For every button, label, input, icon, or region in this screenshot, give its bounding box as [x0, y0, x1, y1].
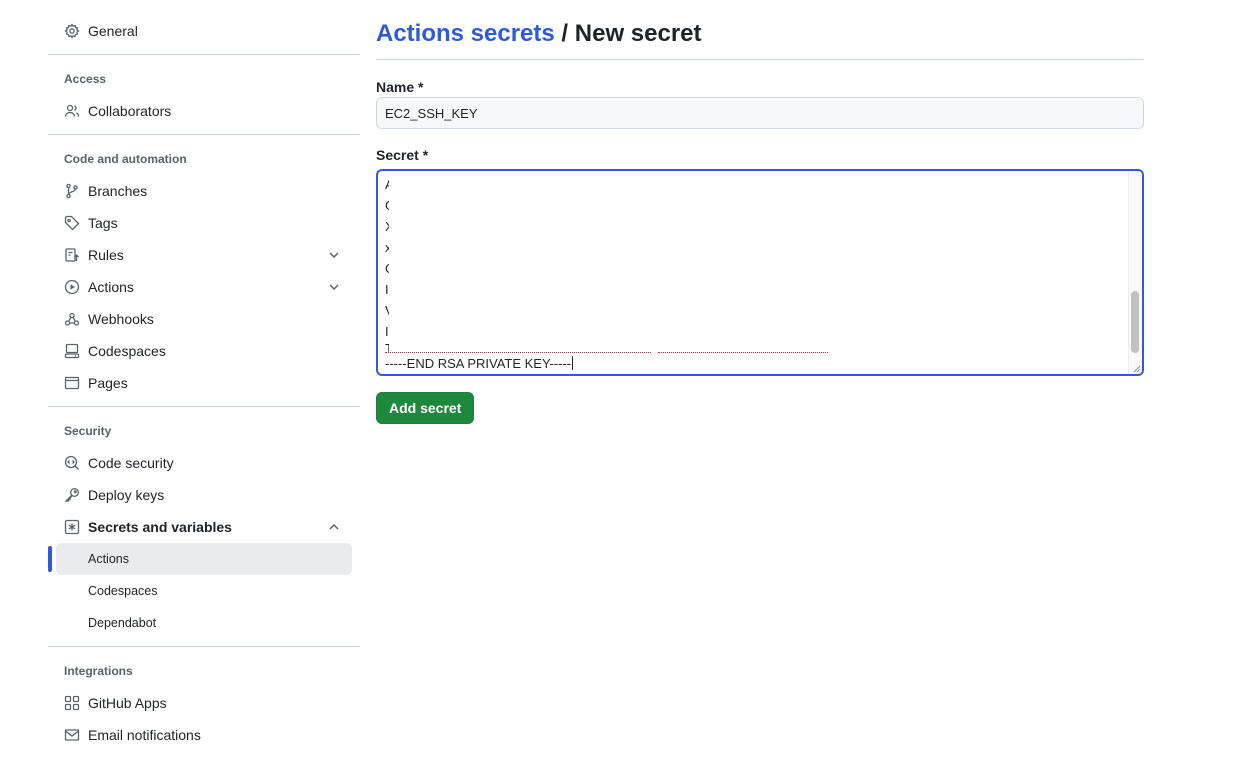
section-title-integrations: Integrations: [64, 664, 133, 678]
scrollbar-thumb[interactable]: [1131, 291, 1139, 353]
apps-icon: [64, 695, 80, 711]
secret-line: G: [385, 258, 1125, 279]
sidebar-item-webhooks[interactable]: Webhooks: [56, 303, 352, 335]
mail-icon: [64, 727, 80, 743]
branch-icon: [64, 183, 80, 199]
chevron-down-icon[interactable]: [326, 247, 342, 263]
divider: [48, 134, 360, 135]
secret-line: T: [385, 342, 1125, 356]
chevron-up-icon[interactable]: [326, 519, 342, 535]
webhook-icon: [64, 311, 80, 327]
sidebar-subitem-actions[interactable]: Actions: [56, 543, 352, 575]
breadcrumb-actions-secrets[interactable]: Actions secrets: [376, 20, 555, 47]
sidebar-item-label: Actions: [88, 279, 134, 295]
sidebar-item-label: Pages: [88, 375, 128, 391]
sidebar-item-code-security[interactable]: Code security: [56, 447, 352, 479]
spellcheck-underline: [385, 352, 651, 353]
sidebar-subitem-codespaces[interactable]: Codespaces: [56, 575, 352, 607]
sidebar-item-label: Secrets and variables: [88, 519, 232, 535]
key-icon: [64, 487, 80, 503]
sidebar-item-label: GitHub Apps: [88, 695, 167, 711]
sidebar-item-label: Deploy keys: [88, 487, 165, 503]
sidebar-item-label: Email notifications: [88, 727, 201, 743]
title-divider: [376, 59, 1144, 60]
sidebar-item-label: Actions: [88, 552, 129, 566]
codescan-icon: [64, 455, 80, 471]
secret-end-text: -----END RSA PRIVATE KEY-----: [385, 356, 572, 371]
page-title: Actions secrets / New secret: [376, 20, 702, 48]
sidebar-item-branches[interactable]: Branches: [56, 175, 352, 207]
secret-line: V: [385, 300, 1125, 321]
rules-icon: [64, 247, 80, 263]
divider: [48, 646, 360, 647]
sidebar-item-codespaces[interactable]: Codespaces: [56, 335, 352, 367]
sidebar-item-general[interactable]: General: [56, 15, 352, 47]
sidebar-item-label: Tags: [88, 215, 118, 231]
secret-name-input[interactable]: [376, 97, 1144, 129]
breadcrumb-separator: /: [561, 20, 569, 47]
sidebar-item-label: General: [88, 23, 138, 39]
name-label: Name *: [376, 79, 424, 95]
sidebar-item-label: Webhooks: [88, 311, 154, 327]
sidebar-item-label: Dependabot: [88, 616, 157, 630]
sidebar-item-secrets-and-variables[interactable]: Secrets and variables: [56, 511, 352, 543]
text-caret: [572, 356, 574, 370]
play-circle-icon: [64, 279, 80, 295]
codespaces-icon: [64, 343, 80, 359]
sidebar-item-label: Codespaces: [88, 584, 158, 598]
people-icon: [64, 103, 80, 119]
secret-line: G: [385, 195, 1125, 216]
chevron-down-icon[interactable]: [326, 279, 342, 295]
secret-label: Secret *: [376, 147, 429, 163]
key-asterisk-icon: [64, 519, 80, 535]
secret-line: I: [385, 324, 389, 339]
secret-line: x: [385, 237, 1125, 258]
gear-icon: [64, 23, 80, 39]
sidebar-item-collaborators[interactable]: Collaborators: [56, 95, 352, 127]
sidebar-item-github-apps[interactable]: GitHub Apps: [56, 687, 352, 719]
sidebar-subitem-dependabot[interactable]: Dependabot: [56, 607, 352, 639]
resize-grip-icon[interactable]: [1131, 363, 1141, 373]
section-title-access: Access: [64, 72, 107, 86]
breadcrumb-current: New secret: [574, 20, 702, 47]
secret-text-lines: A G X x G I V I T: [385, 174, 1125, 356]
sidebar-item-deploy-keys[interactable]: Deploy keys: [56, 479, 352, 511]
sidebar-item-label: Codespaces: [88, 343, 166, 359]
sidebar-item-rules[interactable]: Rules: [56, 239, 352, 271]
divider: [48, 54, 360, 55]
sidebar-item-actions[interactable]: Actions: [56, 271, 352, 303]
spellcheck-underline: [658, 352, 828, 353]
add-secret-button[interactable]: Add secret: [376, 392, 475, 424]
sidebar-item-pages[interactable]: Pages: [56, 367, 352, 399]
tag-icon: [64, 215, 80, 231]
divider: [48, 406, 360, 407]
secret-value-textarea[interactable]: A G X x G I V I T -----END RSA PRIVATE K…: [376, 169, 1144, 376]
secret-line: I: [385, 282, 389, 297]
secret-line: A: [385, 174, 1125, 195]
selected-indicator: [48, 546, 52, 572]
browser-icon: [64, 375, 80, 391]
sidebar-item-email-notifications[interactable]: Email notifications: [56, 719, 352, 751]
sidebar-item-label: Code security: [88, 455, 174, 471]
sidebar-item-label: Collaborators: [88, 103, 172, 119]
secret-line: X: [385, 216, 1125, 237]
section-title-security: Security: [64, 424, 112, 438]
textarea-scrollbar[interactable]: [1128, 171, 1142, 374]
sidebar-item-label: Rules: [88, 247, 124, 263]
sidebar-item-label: Branches: [88, 183, 148, 199]
secret-end-line: -----END RSA PRIVATE KEY-----: [385, 356, 574, 372]
section-title-code-automation: Code and automation: [64, 152, 187, 166]
sidebar-item-tags[interactable]: Tags: [56, 207, 352, 239]
